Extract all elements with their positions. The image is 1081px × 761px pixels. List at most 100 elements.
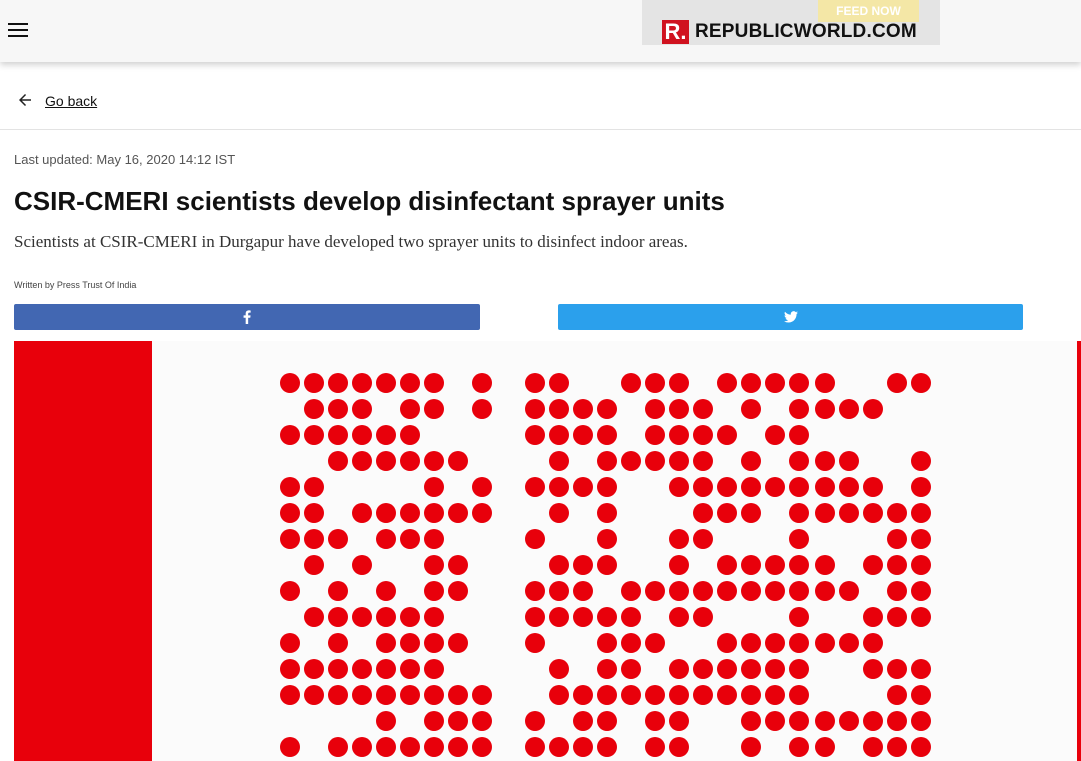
go-back-link[interactable]: Go back	[45, 93, 97, 109]
arrow-left-icon[interactable]	[16, 91, 34, 109]
logo-dot	[863, 659, 883, 679]
logo-dot	[448, 685, 468, 705]
logo-dot	[717, 503, 737, 523]
logo-dot	[376, 685, 396, 705]
logo-dot	[693, 659, 713, 679]
logo-dot	[693, 685, 713, 705]
logo-dot	[472, 477, 492, 497]
logo-dot	[424, 607, 444, 627]
hamburger-menu-icon[interactable]	[8, 23, 28, 39]
logo-dot	[789, 555, 809, 575]
logo-dot	[815, 451, 835, 471]
logo-dot	[549, 659, 569, 679]
logo-dot	[765, 477, 785, 497]
logo-dot	[573, 399, 593, 419]
logo-dot	[887, 607, 907, 627]
logo-dot	[573, 477, 593, 497]
logo-dot	[573, 711, 593, 731]
logo-dot	[911, 711, 931, 731]
logo-dot	[693, 425, 713, 445]
logo-dot	[669, 399, 689, 419]
logo-dot	[304, 503, 324, 523]
logo-dot	[863, 607, 883, 627]
logo-dot	[789, 425, 809, 445]
logo-dot	[328, 659, 348, 679]
logo-dot	[304, 477, 324, 497]
twitter-share-button[interactable]	[558, 304, 1023, 330]
logo-dot	[376, 633, 396, 653]
logo-dot	[717, 425, 737, 445]
logo-dot	[304, 555, 324, 575]
logo-dot	[280, 425, 300, 445]
logo-dot	[789, 503, 809, 523]
logo-dot	[573, 607, 593, 627]
logo-dot	[765, 581, 785, 601]
logo-dot	[304, 685, 324, 705]
logo-dot	[472, 737, 492, 757]
logo-dot	[669, 737, 689, 757]
logo-dot	[669, 425, 689, 445]
logo-dot	[525, 399, 545, 419]
logo-mark: R.	[662, 20, 689, 44]
logo-dot	[400, 607, 420, 627]
logo-dot	[717, 373, 737, 393]
facebook-icon	[243, 310, 251, 324]
logo-dot	[741, 581, 761, 601]
logo-dot	[549, 399, 569, 419]
logo-dot	[789, 399, 809, 419]
logo-dot	[549, 425, 569, 445]
logo-dot	[789, 633, 809, 653]
logo-dot	[839, 581, 859, 601]
logo-dot	[911, 685, 931, 705]
logo-dot	[669, 607, 689, 627]
logo-dot	[525, 607, 545, 627]
twitter-icon	[783, 311, 798, 323]
logo-dot	[669, 555, 689, 575]
logo-dot	[304, 425, 324, 445]
logo-dot	[424, 503, 444, 523]
logo-dot	[741, 503, 761, 523]
logo-dot	[400, 633, 420, 653]
logo-dot	[621, 659, 641, 679]
logo-dot	[789, 529, 809, 549]
logo-dot	[887, 555, 907, 575]
logo-dot	[525, 737, 545, 757]
logo-dot	[549, 685, 569, 705]
logo-dot	[573, 685, 593, 705]
logo-dot	[352, 373, 372, 393]
logo-dot	[424, 581, 444, 601]
logo-dot	[424, 633, 444, 653]
logo-dot	[549, 373, 569, 393]
logo-dot	[645, 711, 665, 731]
logo-dot	[887, 503, 907, 523]
logo-dot	[839, 633, 859, 653]
logo-dot	[717, 555, 737, 575]
logo-dot	[352, 425, 372, 445]
logo-dot	[424, 737, 444, 757]
logo-dot	[645, 373, 665, 393]
logo-dot	[839, 503, 859, 523]
logo-dot	[280, 685, 300, 705]
logo-dot	[911, 581, 931, 601]
logo-dot	[863, 399, 883, 419]
logo-dot	[573, 425, 593, 445]
logo-dot	[549, 451, 569, 471]
logo-dot	[911, 607, 931, 627]
logo-dot	[376, 737, 396, 757]
logo-dot	[525, 529, 545, 549]
logo-dot	[424, 477, 444, 497]
logo-dot	[789, 607, 809, 627]
logo-dot	[597, 399, 617, 419]
logo-dot	[863, 633, 883, 653]
logo-dot	[472, 503, 492, 523]
logo-dot	[328, 685, 348, 705]
logo-dot	[400, 737, 420, 757]
logo-dot	[765, 633, 785, 653]
facebook-share-button[interactable]	[14, 304, 480, 330]
hero-image	[14, 341, 1081, 761]
logo-dot	[815, 711, 835, 731]
logo-dot	[352, 399, 372, 419]
last-updated: Last updated: May 16, 2020 14:12 IST	[14, 152, 236, 167]
logo-dot	[717, 581, 737, 601]
logo-dot	[280, 659, 300, 679]
